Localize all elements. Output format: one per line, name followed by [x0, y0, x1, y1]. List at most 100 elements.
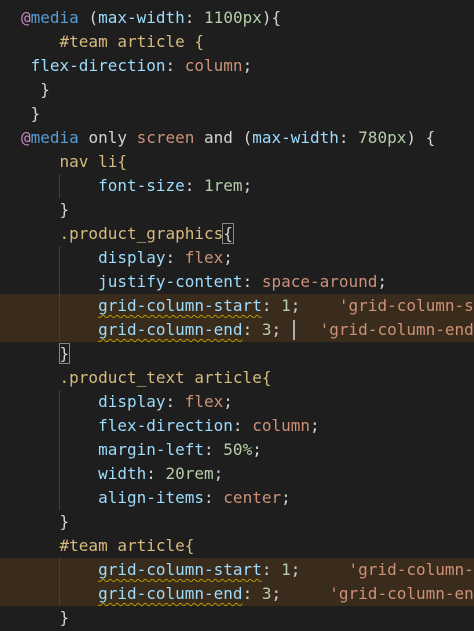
- code-token-val: column: [252, 416, 310, 435]
- code-token-p: and (: [194, 128, 253, 147]
- code-line-warning[interactable]: grid-column-start: 1; 'grid-column-s: [0, 558, 474, 582]
- code-line-warning[interactable]: grid-column-end: 3; 'grid-column-end: [0, 582, 474, 606]
- code-editor[interactable]: @media (max-width: 1100px){ #team articl…: [0, 0, 474, 631]
- code-token-p: :: [261, 560, 282, 579]
- code-token-num: 1: [281, 296, 291, 315]
- code-line[interactable]: }: [0, 606, 474, 630]
- code-token-kw: media: [30, 8, 79, 27]
- code-token-p: [21, 320, 98, 339]
- code-token-p: [21, 248, 98, 267]
- code-line[interactable]: display: flex;: [0, 246, 474, 270]
- code-token-cmt: 'grid-column-s: [300, 296, 474, 315]
- code-token-cmt: 'grid-column-end: [281, 320, 474, 339]
- code-line[interactable]: }: [0, 510, 474, 534]
- code-token-prop: display: [98, 392, 166, 411]
- code-token-num: 50%: [223, 440, 253, 459]
- code-token-prop: margin-left: [98, 440, 205, 459]
- code-line[interactable]: display: flex;: [0, 390, 474, 414]
- code-token-cmt: 'grid-column-end: [281, 584, 474, 603]
- code-token-p: ;: [290, 296, 301, 315]
- code-token-p: }: [21, 80, 50, 99]
- code-token-prop: flex-direction: [30, 56, 166, 75]
- text-cursor: [293, 320, 296, 340]
- code-line[interactable]: .product_graphics{: [0, 222, 474, 246]
- code-token-p: only: [78, 128, 137, 147]
- code-line[interactable]: flex-direction: column;: [0, 54, 474, 78]
- code-token-p: }: [58, 343, 71, 364]
- code-token-p: {: [222, 223, 234, 244]
- code-token-p: ) {: [406, 128, 436, 147]
- code-token-num: 1100px: [204, 8, 262, 27]
- code-token-p: [21, 464, 98, 483]
- code-token-at: @: [21, 128, 31, 147]
- code-token-p: ){: [261, 8, 282, 27]
- code-token-p: :: [242, 584, 262, 603]
- code-token-p: [21, 296, 98, 315]
- code-token-p: ;: [223, 248, 233, 267]
- code-line[interactable]: margin-left: 50%;: [0, 438, 474, 462]
- code-line[interactable]: align-items: center;: [0, 486, 474, 510]
- code-line[interactable]: width: 20rem;: [0, 462, 474, 486]
- code-line[interactable]: }: [0, 342, 474, 366]
- code-line[interactable]: }: [0, 78, 474, 102]
- code-token-val: center: [223, 488, 282, 507]
- code-token-num: 780px: [358, 128, 407, 147]
- code-token-p: ;: [281, 488, 291, 507]
- code-token-val: flex: [184, 392, 224, 411]
- code-token-p: :: [165, 56, 185, 75]
- code-token-prop: flex-direction: [98, 416, 233, 435]
- code-token-p: }: [21, 608, 70, 627]
- code-token-p: [21, 560, 98, 579]
- code-line[interactable]: #team article{: [0, 534, 474, 558]
- code-token-prop: grid-column-end: [98, 584, 243, 603]
- code-token-sel: .product_text article{: [21, 368, 272, 387]
- code-line-warning[interactable]: grid-column-end: 3; 'grid-column-end: [0, 318, 474, 342]
- code-token-num: 1rem: [204, 176, 243, 195]
- code-line[interactable]: .product_text article{: [0, 366, 474, 390]
- code-token-p: ;: [242, 176, 253, 195]
- code-line[interactable]: #team article {: [0, 30, 474, 54]
- code-token-p: [21, 272, 98, 291]
- code-line[interactable]: nav li{: [0, 150, 474, 174]
- code-token-p: [21, 584, 98, 603]
- code-token-p: [21, 488, 98, 507]
- code-token-sel: nav li{: [21, 152, 127, 171]
- code-token-p: ;: [377, 272, 388, 291]
- code-token-p: [21, 392, 98, 411]
- code-token-sel: #team article{: [21, 536, 195, 555]
- code-token-val: flex: [184, 248, 224, 267]
- code-line[interactable]: @media (max-width: 1100px){: [0, 6, 474, 30]
- code-token-p: ;: [223, 392, 233, 411]
- code-token-p: :: [146, 464, 166, 483]
- code-token-p: :: [261, 296, 282, 315]
- code-token-p: :: [165, 392, 185, 411]
- code-token-prop: width: [98, 464, 147, 483]
- code-token-p: :: [184, 8, 205, 27]
- code-token-val: column: [184, 56, 243, 75]
- code-token-prop: font-size: [98, 176, 185, 195]
- code-token-p: }: [21, 104, 41, 123]
- code-token-p: [21, 344, 60, 363]
- code-line[interactable]: font-size: 1rem;: [0, 174, 474, 198]
- code-token-num: 20rem: [165, 464, 214, 483]
- code-token-p: (: [78, 8, 99, 27]
- code-token-p: }: [21, 512, 70, 531]
- code-token-p: :: [338, 128, 359, 147]
- code-token-p: ;: [290, 560, 301, 579]
- code-line[interactable]: flex-direction: column;: [0, 414, 474, 438]
- code-line[interactable]: }: [0, 198, 474, 222]
- code-line-warning[interactable]: grid-column-start: 1; 'grid-column-s: [0, 294, 474, 318]
- code-token-p: [21, 416, 98, 435]
- code-token-p: :: [232, 416, 253, 435]
- code-token-sel: .product_graphics: [21, 224, 224, 243]
- code-token-prop: align-items: [98, 488, 205, 507]
- code-token-prop: grid-column-start: [98, 296, 262, 315]
- code-token-p: :: [165, 248, 185, 267]
- code-line[interactable]: }: [0, 102, 474, 126]
- code-token-prop: display: [98, 248, 166, 267]
- code-token-sel: #team article {: [21, 32, 205, 51]
- code-line[interactable]: justify-content: space-around;: [0, 270, 474, 294]
- code-token-prop: grid-column-start: [98, 560, 262, 579]
- code-token-cmt: 'grid-column-s: [300, 560, 474, 579]
- code-line[interactable]: @media only screen and (max-width: 780px…: [0, 126, 474, 150]
